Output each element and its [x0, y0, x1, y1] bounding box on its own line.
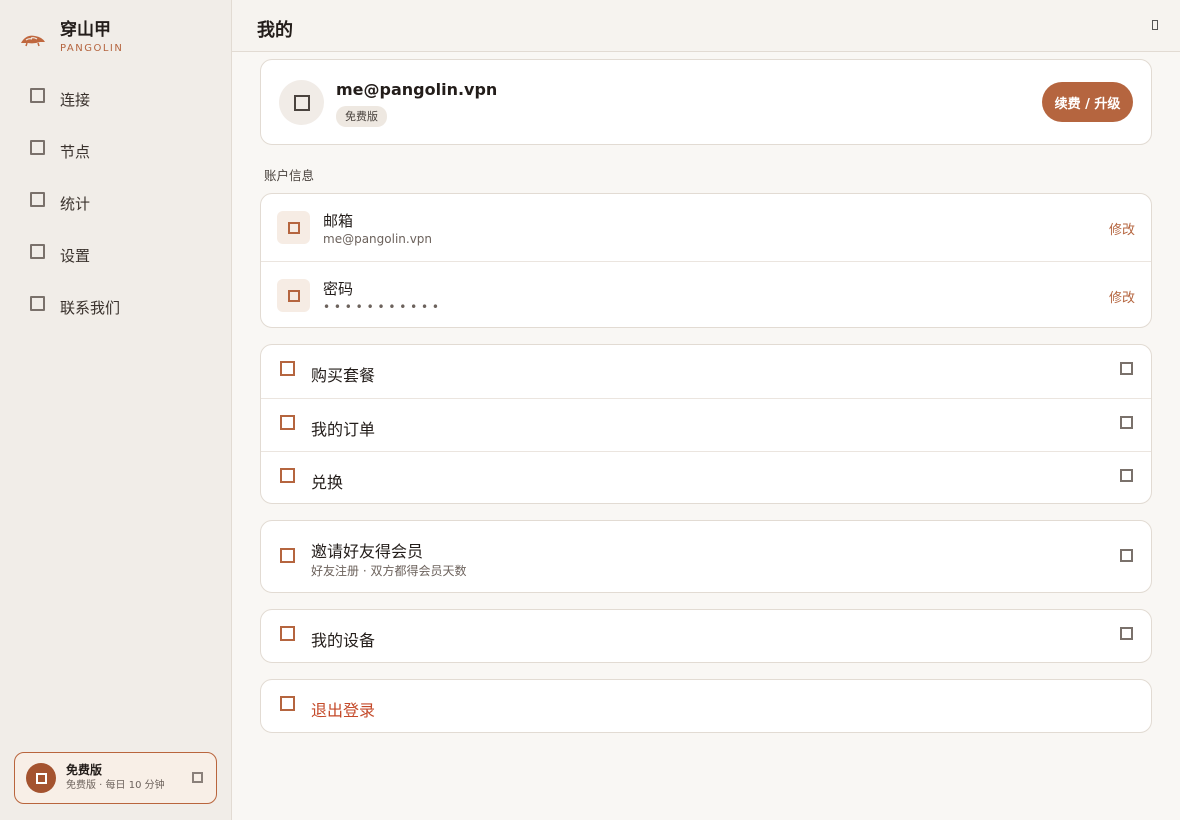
header: 我的: [232, 0, 1180, 52]
brand[interactable]: 穿山甲 PANGOLIN: [20, 20, 123, 56]
sidebar-item-label: 联系我们: [60, 298, 121, 317]
menu-row-label: 我的设备: [311, 631, 376, 650]
sidebar-nav: 连接 节点 统计 设置 联系我们: [0, 73, 232, 333]
plan-avatar: [26, 763, 56, 793]
edit-password-button[interactable]: 修改: [1109, 287, 1135, 306]
plan-title: 免费版: [66, 763, 103, 777]
message-icon: [30, 295, 45, 311]
sidebar: 穿山甲 PANGOLIN 连接 节点 统计 设置 联系我们 免费版 免费版 · …: [0, 0, 232, 820]
profile-email: me@pangolin.vpn: [336, 80, 498, 99]
sidebar-item-label: 连接: [60, 90, 91, 109]
account-row-email: 邮箱 me@pangolin.vpn 修改: [261, 194, 1151, 261]
chevron-right-icon: [1120, 549, 1133, 562]
menu-row-label: 购买套餐: [311, 366, 376, 385]
lock-icon: [277, 279, 310, 312]
account-row-password: 密码 • • • • • • • • • • • 修改: [261, 261, 1151, 328]
crown-icon: [35, 772, 47, 784]
link-icon: [30, 87, 45, 103]
logout-icon: [280, 696, 295, 711]
invite-card: 邀请好友得会员 好友注册 · 双方都得会员天数: [260, 520, 1152, 593]
menu-row-label: 我的订单: [311, 420, 376, 439]
user-icon: [293, 94, 310, 111]
server-icon: [30, 139, 45, 155]
account-row-title: 邮箱: [323, 212, 354, 230]
shop-card: 购买套餐 我的订单 兑换: [260, 344, 1152, 504]
chart-icon: [30, 191, 45, 207]
menu-icon[interactable]: [1152, 20, 1158, 30]
page-title: 我的: [257, 20, 293, 41]
section-label-account: 账户信息: [264, 168, 315, 183]
sidebar-item-stats[interactable]: 统计: [0, 177, 232, 229]
chevron-right-icon: [1120, 469, 1133, 482]
menu-row-orders[interactable]: 我的订单: [261, 398, 1151, 451]
menu-row-label: 兑换: [311, 473, 344, 492]
sidebar-item-settings[interactable]: 设置: [0, 229, 232, 281]
chevron-right-icon: [1120, 362, 1133, 375]
account-row-value: • • • • • • • • • • •: [323, 300, 440, 314]
gift-icon: [280, 468, 295, 483]
gear-icon: [30, 243, 45, 259]
user-plus-icon: [280, 548, 295, 563]
brand-subtitle: PANGOLIN: [60, 43, 124, 54]
receipt-icon: [280, 415, 295, 430]
cart-icon: [280, 361, 295, 376]
logout-label: 退出登录: [311, 701, 376, 720]
plan-badge: 免费版: [336, 106, 387, 127]
logout-button[interactable]: 退出登录: [261, 680, 1151, 733]
sidebar-item-label: 设置: [60, 246, 91, 265]
mail-icon: [277, 211, 310, 244]
chevron-right-icon: [1120, 627, 1133, 640]
account-row-title: 密码: [323, 280, 354, 298]
menu-row-label: 邀请好友得会员: [311, 542, 424, 561]
device-icon: [280, 626, 295, 641]
sidebar-item-contact[interactable]: 联系我们: [0, 281, 232, 333]
brand-name: 穿山甲: [60, 20, 111, 40]
sidebar-item-label: 节点: [60, 142, 91, 161]
account-row-value: me@pangolin.vpn: [323, 232, 433, 246]
menu-row-buy-plan[interactable]: 购买套餐: [261, 345, 1151, 398]
profile-card: me@pangolin.vpn 免费版 续费 / 升级: [260, 59, 1152, 145]
menu-row-invite[interactable]: 邀请好友得会员 好友注册 · 双方都得会员天数: [261, 521, 1151, 594]
sidebar-item-connect[interactable]: 连接: [0, 73, 232, 125]
sidebar-item-label: 统计: [60, 194, 91, 213]
avatar: [279, 80, 324, 125]
menu-row-redeem[interactable]: 兑换: [261, 451, 1151, 504]
edit-email-button[interactable]: 修改: [1109, 219, 1135, 238]
chevron-right-icon: [192, 772, 203, 783]
menu-row-subtitle: 好友注册 · 双方都得会员天数: [311, 564, 467, 578]
logout-card: 退出登录: [260, 679, 1152, 733]
plan-subtitle: 免费版 · 每日 10 分钟: [66, 780, 165, 791]
sidebar-item-nodes[interactable]: 节点: [0, 125, 232, 177]
plan-card[interactable]: 免费版 免费版 · 每日 10 分钟: [14, 752, 217, 804]
account-card: 邮箱 me@pangolin.vpn 修改 密码 • • • • • • • •…: [260, 193, 1152, 328]
pangolin-logo-icon: [21, 35, 45, 47]
upgrade-button[interactable]: 续费 / 升级: [1042, 82, 1133, 122]
menu-row-devices[interactable]: 我的设备: [261, 610, 1151, 663]
chevron-right-icon: [1120, 416, 1133, 429]
devices-card: 我的设备: [260, 609, 1152, 663]
